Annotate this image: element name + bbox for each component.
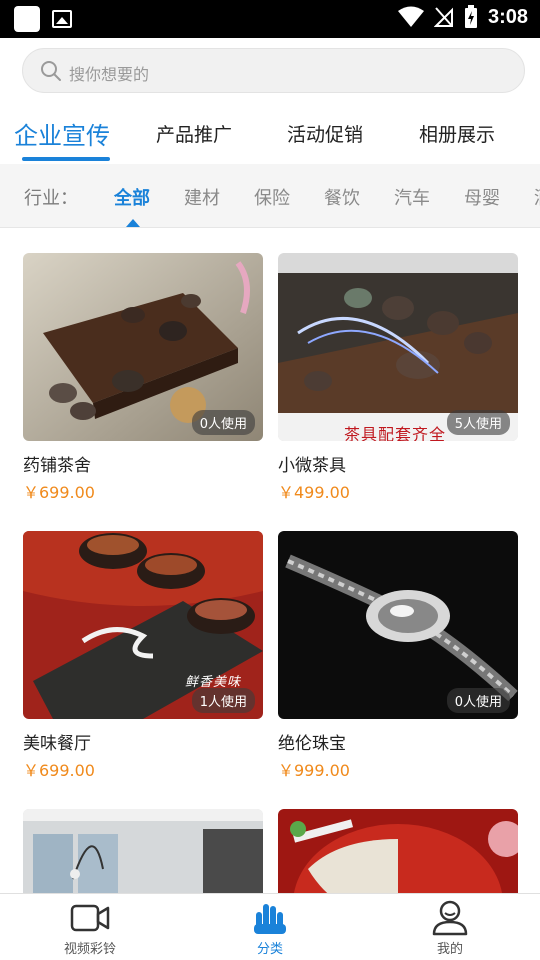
nav-label: 分类 [256,942,283,957]
filter-chip-auto[interactable]: 汽车 [394,184,430,210]
usage-count-badge: 0人使用 [446,688,510,713]
template-title: 美味餐厅 [23,734,91,754]
tab-enterprise-promotion[interactable]: 企业宣传 [14,116,110,151]
nav-item-mine[interactable]: 我的 [360,894,540,960]
nav-label: 视频彩铃 [63,942,116,957]
tab-product-promotion[interactable]: 产品推广 [156,120,232,147]
search-input[interactable]: 搜你想要的 [22,48,525,93]
battery-charging-icon [464,5,477,28]
tab-activity-sales[interactable]: 活动促销 [287,120,363,147]
image-notification-icon [52,10,72,28]
filter-chip-all[interactable]: 全部 [114,184,150,210]
industry-label: 行业： [24,188,78,209]
template-thumbnail[interactable]: 茶具配套齐全 5人使用 [278,253,518,441]
filter-chip-insurance[interactable]: 保险 [254,184,290,210]
filter-chip-building[interactable]: 建材 [184,184,220,210]
bottom-navigation: 视频彩铃 分类 我的 [0,893,540,960]
template-thumbnail[interactable]: 0人使用 [23,253,263,441]
filter-chip-catering[interactable]: 餐饮 [324,184,360,210]
filter-chip-maternity[interactable]: 母婴 [464,184,500,210]
industry-filter-bar: 行业： 全部 建材 保险 餐饮 汽车 母婴 酒 [0,164,540,228]
filter-chip-liquor[interactable]: 酒 [534,184,540,210]
active-tab-indicator [22,157,110,161]
template-price: ￥699.00 [23,483,95,502]
active-chip-indicator [126,219,140,227]
template-price: ￥999.00 [278,761,350,780]
hand-icon [254,904,286,934]
nav-item-category[interactable]: 分类 [180,894,360,960]
template-thumbnail[interactable]: 0人使用 [278,531,518,719]
usage-count-badge: 0人使用 [191,410,255,435]
wifi-icon [397,6,424,27]
template-title: 药铺茶舍 [23,456,91,476]
template-title: 绝伦珠宝 [278,734,346,754]
search-icon [41,61,61,81]
template-price: ￥699.00 [23,761,95,780]
category-tabs: 企业宣传 产品推广 活动促销 相册展示 [0,100,540,164]
usage-count-badge: 1人使用 [191,688,255,713]
video-camera-icon [70,904,110,932]
notification-app-icon [14,6,40,32]
image-overlay-caption: 茶具配套齐全 [344,425,447,441]
status-bar: 3:08 [0,0,540,38]
status-time: 3:08 [487,5,528,28]
template-price: ￥499.00 [278,483,350,502]
template-thumbnail[interactable]: 鲜香美味 1人使用 [23,531,263,719]
no-signal-icon [433,7,453,27]
nav-item-video-ringtone[interactable]: 视频彩铃 [0,894,180,960]
user-icon [432,900,468,936]
template-title: 小微茶具 [278,456,346,476]
nav-label: 我的 [436,942,463,957]
tab-album-display[interactable]: 相册展示 [419,120,495,147]
usage-count-badge: 5人使用 [446,410,510,435]
search-placeholder: 搜你想要的 [69,65,150,84]
